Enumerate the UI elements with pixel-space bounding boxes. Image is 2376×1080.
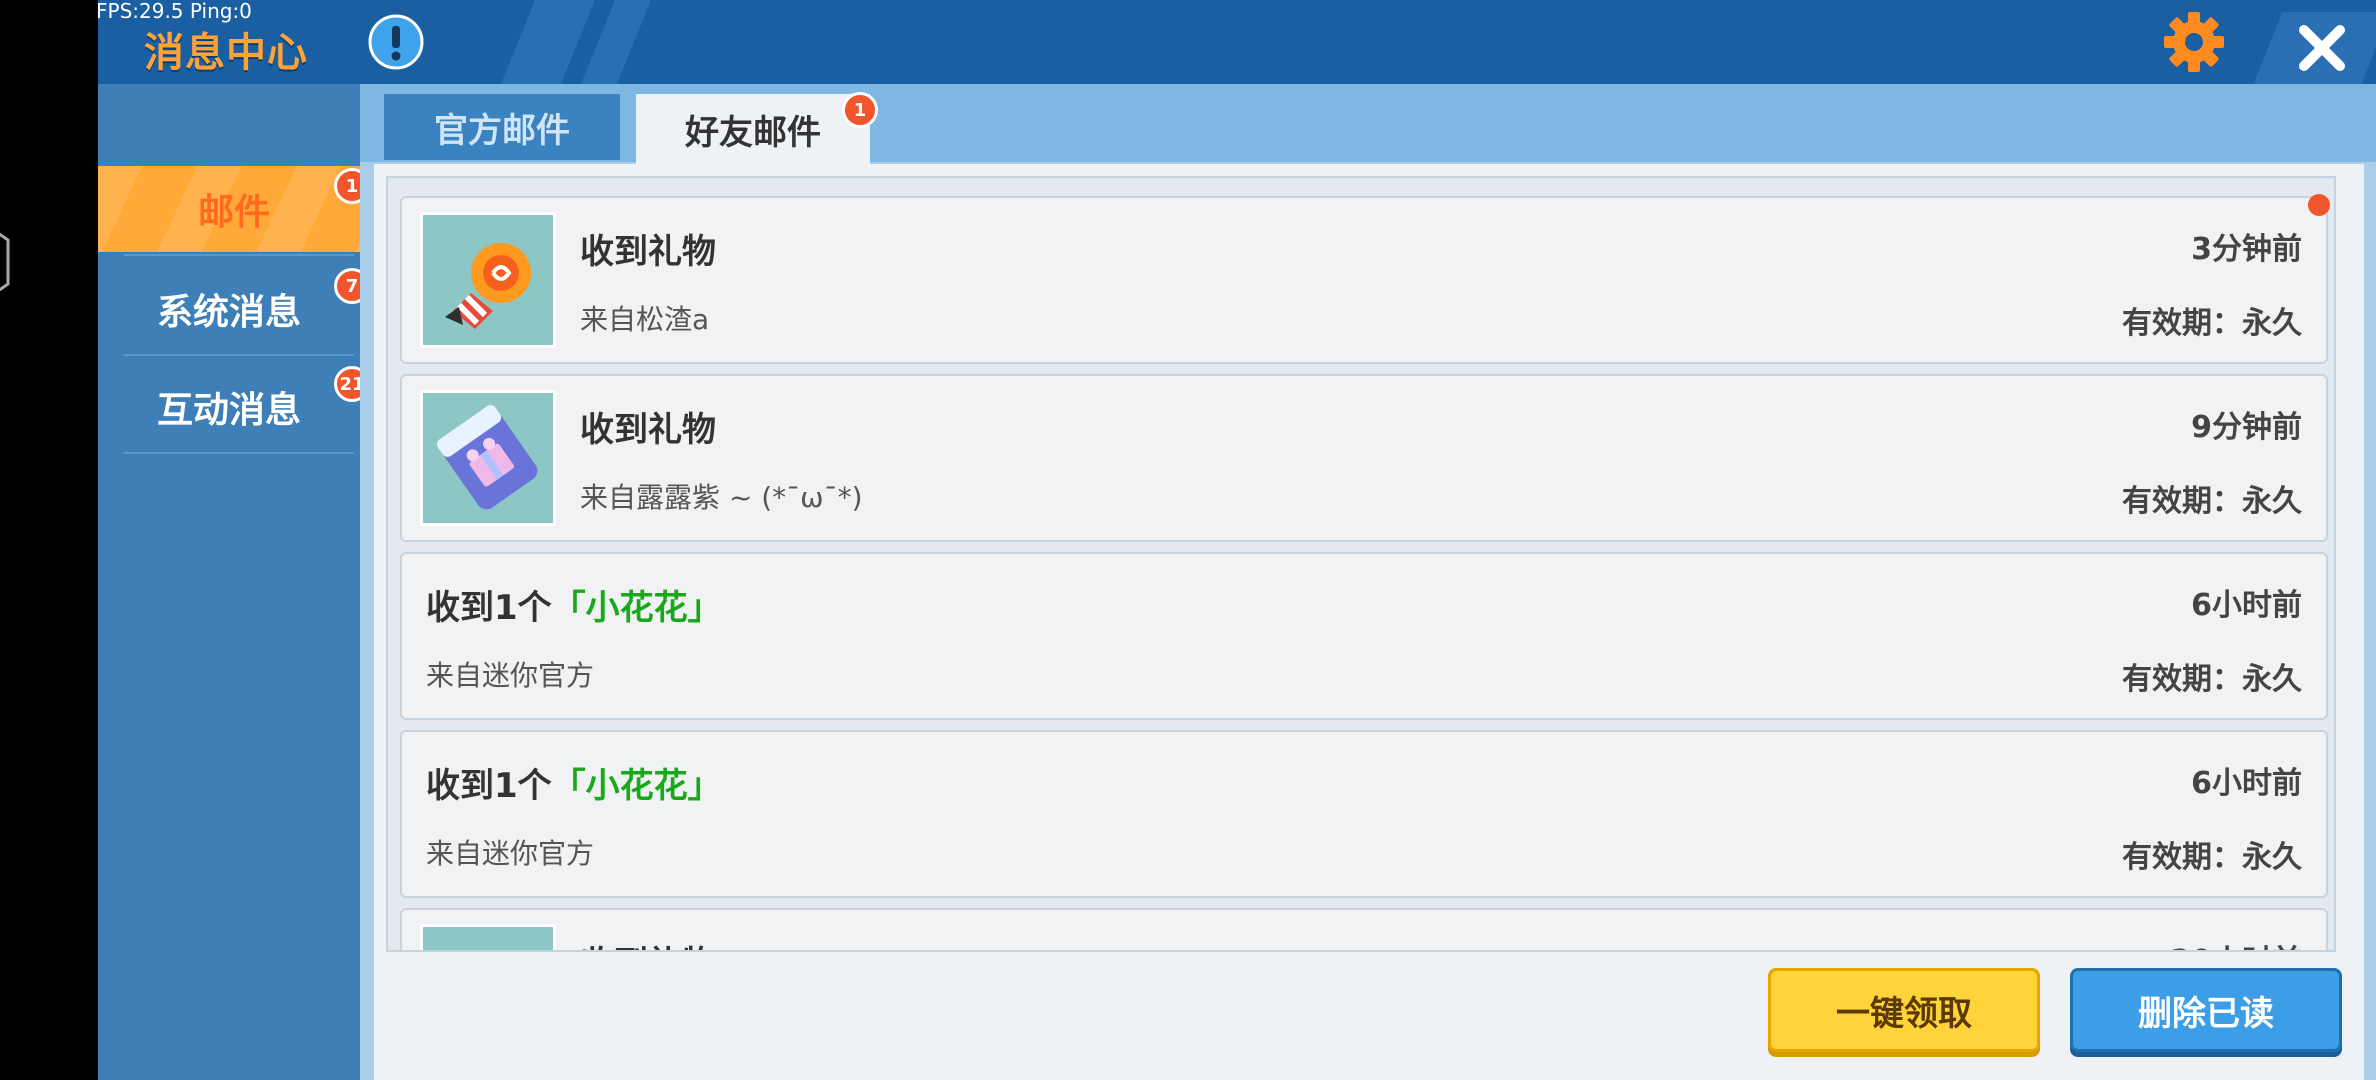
mail-item-name: 「小花花」 bbox=[551, 588, 722, 628]
mail-time: 20小时前 bbox=[2170, 936, 2302, 950]
mail-validity: 有效期：永久 bbox=[2122, 662, 2302, 697]
sidebar-divider bbox=[124, 354, 354, 356]
mail-validity: 有效期：永久 bbox=[2122, 306, 2302, 341]
mail-title: 收到1个「小花花」 bbox=[426, 758, 722, 807]
mail-card[interactable]: 收到礼物 来自露露紫 ~ (*ˉωˉ*) 9分钟前 有效期：永久 bbox=[400, 374, 2328, 542]
gear-icon[interactable] bbox=[2162, 10, 2226, 74]
mail-card[interactable]: 收到礼物 来自松渣a 3分钟前 有效期：永久 bbox=[400, 194, 2330, 364]
close-icon bbox=[2299, 25, 2345, 71]
sidebar-item-interaction-messages[interactable]: 互动消息 bbox=[98, 364, 360, 450]
mail-title-prefix: 收到1个 bbox=[426, 766, 552, 806]
mail-title-prefix: 收到1个 bbox=[426, 588, 552, 628]
header-decoration bbox=[501, 0, 595, 84]
claim-all-button[interactable]: 一键领取 bbox=[1768, 968, 2040, 1052]
fps-overlay: FPS:29.5 Ping:0 bbox=[96, 0, 252, 23]
mail-time: 9分钟前 bbox=[2191, 410, 2302, 445]
mail-sender: 来自松渣a bbox=[580, 303, 710, 336]
mail-sender: 来自迷你官方 bbox=[426, 659, 595, 692]
gift-thumbnail bbox=[420, 924, 556, 950]
sidebar-divider bbox=[124, 254, 354, 256]
sidebar-item-mail[interactable]: 邮件 bbox=[98, 166, 370, 252]
mail-validity: 有效期：永久 bbox=[2122, 484, 2302, 519]
unread-dot bbox=[2308, 194, 2330, 216]
mail-title: 收到1个「小花花」 bbox=[426, 580, 722, 629]
tab-official-mail[interactable]: 官方邮件 bbox=[384, 94, 620, 160]
info-icon[interactable] bbox=[368, 14, 424, 70]
mail-title: 收到礼物 bbox=[580, 232, 716, 272]
mail-card[interactable]: 收到1个「小花花」 来自迷你官方 6小时前 有效期：永久 bbox=[400, 730, 2328, 898]
page-title: 消息中心 bbox=[144, 30, 308, 76]
mail-time: 3分钟前 bbox=[2191, 232, 2302, 267]
candy-gift-icon bbox=[420, 212, 556, 348]
sidebar-item-label: 邮件 bbox=[197, 192, 270, 233]
mail-list[interactable]: 收到礼物 来自松渣a 3分钟前 有效期：永久 收到礼物 来自露露紫 ~ (*ˉω… bbox=[386, 176, 2336, 952]
mail-card[interactable]: 收到1个「小花花」 来自迷你官方 6小时前 有效期：永久 bbox=[400, 552, 2328, 720]
mail-validity: 有效期：永久 bbox=[2122, 840, 2302, 875]
gift-box-icon bbox=[420, 390, 556, 526]
header-decoration bbox=[581, 0, 651, 84]
mail-sender: 来自迷你官方 bbox=[426, 837, 595, 870]
delete-read-button[interactable]: 删除已读 bbox=[2070, 968, 2342, 1052]
tab-badge: 1 bbox=[842, 92, 878, 128]
mail-title: 收到礼物 bbox=[580, 936, 716, 950]
mail-title: 收到礼物 bbox=[580, 410, 716, 450]
mail-item-name: 「小花花」 bbox=[551, 766, 722, 806]
sidebar-divider bbox=[124, 452, 354, 454]
sidebar-item-label: 系统消息 bbox=[156, 292, 301, 333]
edge-handle-icon bbox=[0, 232, 10, 292]
mail-time: 6小时前 bbox=[2191, 588, 2302, 623]
tab-friend-mail[interactable]: 好友邮件 bbox=[636, 94, 870, 164]
sidebar-item-system-messages[interactable]: 系统消息 bbox=[98, 266, 360, 352]
mail-card[interactable]: 收到礼物 20小时前 bbox=[400, 908, 2328, 950]
mail-time: 6小时前 bbox=[2191, 766, 2302, 801]
sidebar-item-label: 互动消息 bbox=[156, 390, 301, 431]
mail-sender: 来自露露紫 ~ (*ˉωˉ*) bbox=[580, 481, 863, 514]
title-bar: 消息中心 bbox=[98, 0, 2376, 84]
